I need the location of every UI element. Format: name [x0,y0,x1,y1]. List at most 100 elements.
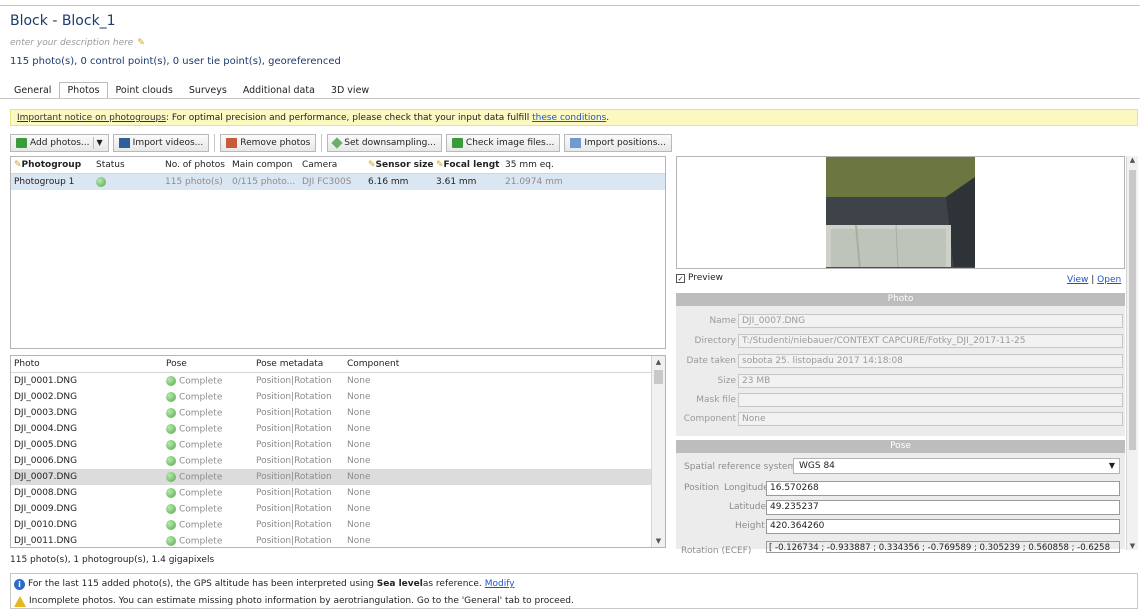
tab-general[interactable]: General [6,82,59,99]
col-camera[interactable]: Camera [299,160,365,170]
col-main-component[interactable]: Main compon [229,160,299,170]
col-focal-length[interactable]: ✎Focal lengt [433,160,502,170]
col-status[interactable]: Status [93,160,162,170]
chevron-down-icon: ▼ [1108,461,1115,470]
longitude-input[interactable]: 16.570268 [766,481,1120,496]
pose-metadata: Position|Rotation [256,488,332,498]
tab-3d-view[interactable]: 3D view [323,82,377,99]
photo-name: DJI_0004.DNG [14,424,78,434]
preview-toggle[interactable]: ✓ Preview [676,273,723,283]
photo-component: None [347,456,371,466]
photos-scrollbar[interactable]: ▲ ▼ [651,356,665,547]
downsampling-icon [331,137,343,149]
photo-row[interactable]: DJI_0008.DNG Complete Position|Rotation Non… [11,485,665,501]
check-files-icon [451,138,463,148]
col-photo[interactable]: Photo [11,359,163,369]
photo-row[interactable]: DJI_0001.DNG Complete Position|Rotation Non… [11,373,665,389]
pose-metadata: Position|Rotation [256,520,332,530]
col-35mm-eq[interactable]: 35 mm eq. [502,160,572,170]
info-text-post: as reference. [422,579,482,589]
view-link[interactable]: View [1067,275,1088,285]
pose-status: Complete [163,455,253,466]
scroll-up-icon[interactable]: ▲ [652,356,665,368]
add-photos-label: Add photos... [30,138,90,148]
tab-point-clouds[interactable]: Point clouds [108,82,181,99]
col-pose-metadata[interactable]: Pose metadata [253,359,344,369]
size-value: 23 MB [738,374,1123,388]
import-positions-button[interactable]: Import positions... [564,134,672,152]
pose-metadata: Position|Rotation [256,536,332,546]
preview-area[interactable] [676,156,1125,269]
add-photos-button[interactable]: Add photos... ▼ [10,134,109,152]
scroll-up-icon[interactable]: ▲ [1127,156,1138,164]
check-image-files-label: Check image files... [465,138,555,148]
preview-checkbox[interactable]: ✓ [676,273,685,283]
pose-status: Complete [163,487,253,498]
scroll-down-icon[interactable]: ▼ [1127,542,1138,550]
srs-label: Spatial reference system: [684,462,800,472]
pose-metadata: Position|Rotation [256,504,332,514]
srs-select[interactable]: WGS 84 ▼ [793,458,1120,474]
photo-row[interactable]: DJI_0011.DNG Complete Position|Rotation Non… [11,533,665,549]
photo-name: DJI_0008.DNG [14,488,78,498]
complete-check-icon [166,487,176,498]
photo-row[interactable]: DJI_0007.DNG Complete Position|Rotation Non… [11,469,665,485]
description-field[interactable]: enter your description here ✎ [10,38,145,48]
photo-row[interactable]: DJI_0010.DNG Complete Position|Rotation Non… [11,517,665,533]
conditions-link[interactable]: these conditions [532,113,606,123]
photo-row[interactable]: DJI_0004.DNG Complete Position|Rotation Non… [11,421,665,437]
complete-check-icon [166,519,176,530]
photo-name: DJI_0002.DNG [14,392,78,402]
photo-row[interactable]: DJI_0005.DNG Complete Position|Rotation Non… [11,437,665,453]
tab-photos[interactable]: Photos [59,82,108,99]
photo-row[interactable]: DJI_0002.DNG Complete Position|Rotation Non… [11,389,665,405]
remove-photos-button[interactable]: Remove photos [220,134,317,152]
col-sensor-size[interactable]: ✎Sensor size [365,160,433,170]
sensor-size[interactable]: 6.16 mm [365,177,433,187]
col-pose[interactable]: Pose [163,359,253,369]
set-downsampling-button[interactable]: Set downsampling... [327,134,442,152]
col-component[interactable]: Component [344,359,444,369]
tab-additional-data[interactable]: Additional data [235,82,323,99]
latitude-input[interactable]: 49.235237 [766,500,1120,515]
toolbar-separator [214,134,216,152]
height-input[interactable]: 420.364260 [766,519,1120,534]
photo-component: None [347,504,371,514]
pose-metadata: Position|Rotation [256,408,332,418]
scroll-thumb[interactable] [654,370,663,384]
complete-check-icon [166,439,176,450]
photo-component: None [347,472,371,482]
complete-check-icon [166,455,176,466]
remove-photos-icon [226,138,238,148]
srs-value: WGS 84 [799,461,835,471]
photogroup-row[interactable]: Photogroup 1 115 photo(s) 0/115 photo...… [11,174,665,190]
photo-thumbnail [826,157,975,268]
rotation-input[interactable]: [ -0.126734 ; -0.933887 ; 0.334356 ; -0.… [766,541,1120,553]
properties-scrollbar[interactable]: ▲ ▼ [1126,156,1138,550]
edit-pencil-icon[interactable]: ✎ [137,38,145,48]
pose-status: Complete [163,407,253,418]
component-row: Component None [676,412,1125,427]
date-row: Date taken sobota 25. listopadu 2017 14:… [676,354,1125,369]
photos-table: Photo Pose Pose metadata Component DJI_0… [10,355,666,548]
status-cell [93,176,162,188]
modify-link[interactable]: Modify [485,579,515,589]
photo-component: None [347,376,371,386]
open-link[interactable]: Open [1097,275,1121,285]
scroll-thumb[interactable] [1129,170,1136,450]
pose-status: Complete [163,471,253,482]
photogroups-header: ✎Photogroup Status No. of photos Main co… [11,157,665,174]
col-photogroup[interactable]: ✎Photogroup [11,160,93,170]
check-image-files-button[interactable]: Check image files... [445,134,561,152]
photo-row[interactable]: DJI_0006.DNG Complete Position|Rotation Non… [11,453,665,469]
photo-row[interactable]: DJI_0009.DNG Complete Position|Rotation Non… [11,501,665,517]
position-label: Position [684,483,720,493]
dropdown-arrow-icon[interactable]: ▼ [92,137,103,149]
photo-row[interactable]: DJI_0003.DNG Complete Position|Rotation Non… [11,405,665,421]
scroll-down-icon[interactable]: ▼ [652,535,665,547]
import-videos-button[interactable]: Import videos... [112,134,210,152]
focal-length[interactable]: 3.61 mm [433,177,502,187]
add-photos-icon [16,138,27,148]
tab-surveys[interactable]: Surveys [181,82,235,99]
col-no-of-photos[interactable]: No. of photos [162,160,229,170]
